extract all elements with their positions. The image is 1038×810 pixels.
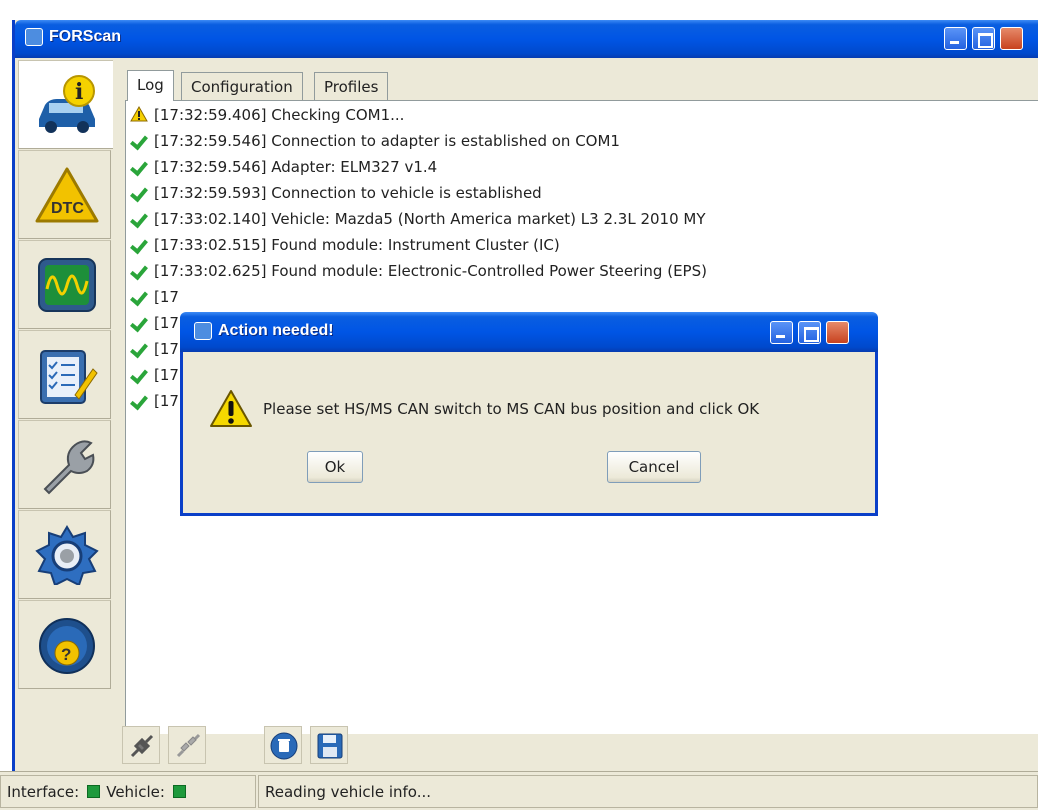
disconnect-button[interactable] <box>168 726 206 764</box>
status-bar: Interface: Vehicle: Reading vehicle info.… <box>0 771 1038 810</box>
title-bar[interactable]: FORScan <box>15 20 1038 58</box>
interface-label: Interface: <box>7 783 80 801</box>
ok-button[interactable]: Ok <box>307 451 363 483</box>
dialog-maximize-button[interactable] <box>798 321 821 344</box>
wrench-icon <box>43 440 95 495</box>
app-icon <box>194 322 212 340</box>
log-entry: [17 <box>130 311 179 335</box>
tab-configuration[interactable]: Configuration <box>181 72 303 100</box>
vehicle-status-indicator <box>172 785 186 798</box>
dialog-message: Please set HS/MS CAN switch to MS CAN bu… <box>263 400 760 418</box>
sidebar-item-settings[interactable] <box>18 510 111 599</box>
status-message: Reading vehicle info... <box>258 775 1038 808</box>
check-icon <box>130 184 152 200</box>
oscilloscope-icon <box>38 258 96 312</box>
svg-text:?: ? <box>61 645 71 664</box>
sidebar-item-oscilloscope[interactable] <box>18 240 111 329</box>
log-entry: [17 <box>130 389 179 413</box>
sidebar: i DTC ? <box>18 60 113 740</box>
warning-icon <box>210 390 252 427</box>
dialog-title: Action needed! <box>218 322 334 339</box>
sidebar-item-help[interactable]: ? <box>18 600 111 689</box>
minimize-button[interactable] <box>944 27 967 50</box>
action-needed-dialog: Action needed! Please set HS/MS CAN swit… <box>180 312 878 516</box>
sidebar-item-dtc[interactable]: DTC <box>18 150 111 239</box>
vehicle-label: Vehicle: <box>106 783 165 801</box>
check-icon <box>130 158 152 174</box>
svg-text:i: i <box>75 79 83 105</box>
cancel-button[interactable]: Cancel <box>607 451 701 483</box>
log-entry: [17 <box>130 363 179 387</box>
sidebar-item-tests[interactable] <box>18 330 111 419</box>
log-entry: [17 <box>130 285 179 309</box>
log-entry: [17:33:02.140] Vehicle: Mazda5 (North Am… <box>130 207 706 231</box>
save-icon <box>317 733 343 759</box>
connect-button[interactable] <box>122 726 160 764</box>
log-entry: [17:32:59.593] Connection to vehicle is … <box>130 181 542 205</box>
dialog-close-button[interactable] <box>826 321 849 344</box>
save-log-button[interactable] <box>310 726 348 764</box>
log-entry: [17:32:59.406] Checking COM1... <box>130 103 404 127</box>
sidebar-item-vehicle-info[interactable]: i <box>18 60 113 149</box>
tab-log[interactable]: Log <box>127 70 174 101</box>
check-icon <box>130 340 152 356</box>
car-info-icon: i <box>39 75 95 133</box>
log-entry: [17:33:02.625] Found module: Electronic-… <box>130 259 707 283</box>
log-entry: [17:32:59.546] Adapter: ELM327 v1.4 <box>130 155 437 179</box>
clear-icon <box>270 732 298 760</box>
app-icon <box>25 28 43 46</box>
check-icon <box>130 132 152 148</box>
check-icon <box>130 210 152 226</box>
dialog-title-bar[interactable]: Action needed! <box>180 312 878 352</box>
check-icon <box>130 314 152 330</box>
dialog-minimize-button[interactable] <box>770 321 793 344</box>
tab-profiles[interactable]: Profiles <box>314 72 389 100</box>
connection-status: Interface: Vehicle: <box>0 775 256 808</box>
connect-icon <box>130 734 154 758</box>
disconnect-icon <box>176 733 201 758</box>
help-steering-icon: ? <box>39 618 95 674</box>
check-icon <box>130 236 152 252</box>
log-entry: [17:33:02.515] Found module: Instrument … <box>130 233 560 257</box>
check-icon <box>130 288 152 304</box>
check-icon <box>130 262 152 278</box>
gear-icon <box>35 525 99 585</box>
svg-text:DTC: DTC <box>51 200 84 217</box>
maximize-button[interactable] <box>972 27 995 50</box>
check-icon <box>130 392 152 408</box>
close-button[interactable] <box>1000 27 1023 50</box>
window-title: FORScan <box>49 28 122 45</box>
sidebar-item-service[interactable] <box>18 420 111 509</box>
checklist-icon <box>40 350 98 404</box>
dtc-icon: DTC <box>35 167 99 223</box>
interface-status-indicator <box>87 785 101 798</box>
log-entry: [17:32:59.546] Connection to adapter is … <box>130 129 620 153</box>
clear-log-button[interactable] <box>264 726 302 764</box>
warning-icon <box>130 106 152 122</box>
log-entry: [17 <box>130 337 179 361</box>
check-icon <box>130 366 152 382</box>
